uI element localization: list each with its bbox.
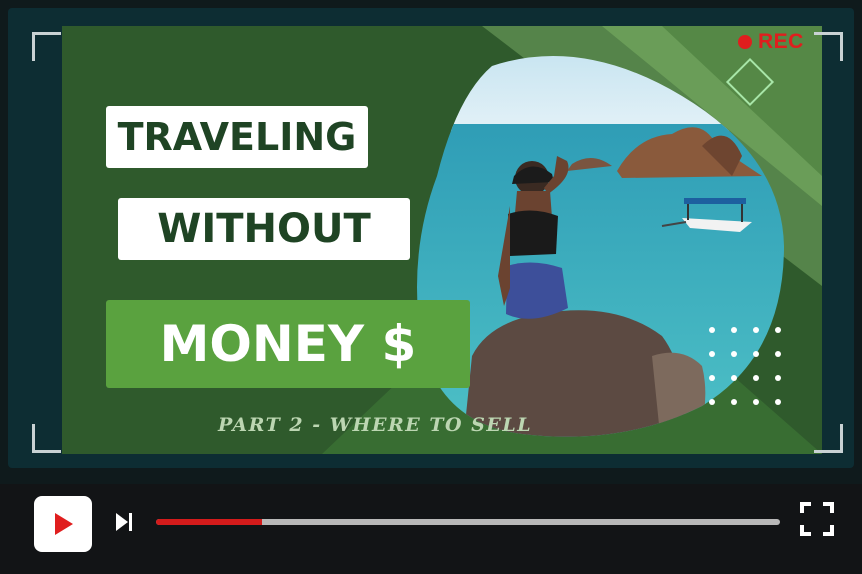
frame-corner-bottom-right [814,424,843,453]
video-player: TRAVELING WITHOUT MONEY $ PART 2 - WHERE… [0,0,862,574]
skip-next-icon [116,513,132,531]
fullscreen-icon [800,502,834,536]
title-line-3: MONEY $ [106,300,470,388]
title-line-1: TRAVELING [106,106,368,168]
frame-corner-top-right [814,32,843,61]
progress-fill [156,519,263,525]
video-subtitle: PART 2 - WHERE TO SELL [218,414,533,436]
rec-label: REC [758,30,804,53]
frame-corner-top-left [32,32,61,61]
record-dot-icon [738,35,752,49]
video-thumbnail[interactable]: TRAVELING WITHOUT MONEY $ PART 2 - WHERE… [62,26,822,454]
rec-indicator: REC [738,30,804,54]
progress-bar[interactable] [156,519,780,525]
title-line-2: WITHOUT [118,198,410,260]
play-button[interactable] [34,496,92,552]
fullscreen-button[interactable] [800,502,834,536]
next-button[interactable] [112,510,136,534]
frame-corner-bottom-left [32,424,61,453]
youtube-play-icon [55,513,73,535]
